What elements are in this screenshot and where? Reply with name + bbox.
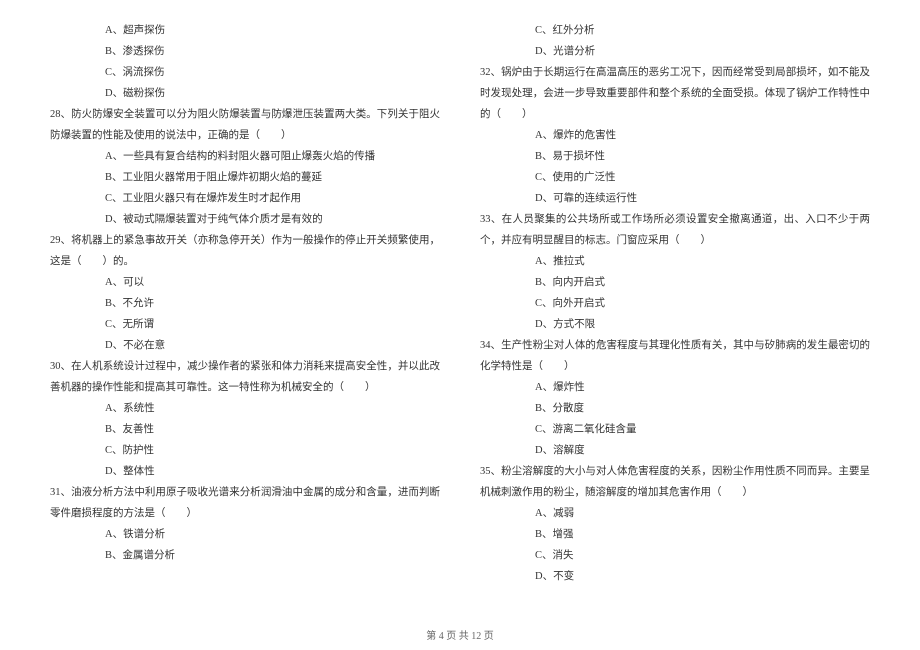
q29-option-c: C、无所谓 xyxy=(50,314,440,335)
q34-option-d: D、溶解度 xyxy=(480,440,870,461)
q33-option-d: D、方式不限 xyxy=(480,314,870,335)
q29-text: 29、将机器上的紧急事故开关（亦称急停开关）作为一般操作的停止开关频繁使用，这是… xyxy=(50,230,440,272)
q27-option-a: A、超声探伤 xyxy=(50,20,440,41)
q30-option-b: B、友善性 xyxy=(50,419,440,440)
q35-option-b: B、增强 xyxy=(480,524,870,545)
q32-option-a: A、爆炸的危害性 xyxy=(480,125,870,146)
q28-option-b: B、工业阻火器常用于阻止爆炸初期火焰的蔓延 xyxy=(50,167,440,188)
q27-option-b: B、渗透探伤 xyxy=(50,41,440,62)
q28-option-a: A、一些具有复合结构的料封阻火器可阻止爆轰火焰的传播 xyxy=(50,146,440,167)
q30-option-c: C、防护性 xyxy=(50,440,440,461)
q33-option-b: B、向内开启式 xyxy=(480,272,870,293)
q30-text: 30、在人机系统设计过程中，减少操作者的紧张和体力消耗来提高安全性，并以此改善机… xyxy=(50,356,440,398)
q30-option-a: A、系统性 xyxy=(50,398,440,419)
q31-text: 31、油液分析方法中利用原子吸收光谱来分析润滑油中金属的成分和含量，进而判断零件… xyxy=(50,482,440,524)
q33-text: 33、在人员聚集的公共场所或工作场所必须设置安全撤离通道，出、入口不少于两个，并… xyxy=(480,209,870,251)
q35-option-a: A、减弱 xyxy=(480,503,870,524)
q33-option-a: A、推拉式 xyxy=(480,251,870,272)
page-footer: 第 4 页 共 12 页 xyxy=(0,627,920,642)
q30-option-d: D、整体性 xyxy=(50,461,440,482)
right-column: C、红外分析 D、光谱分析 32、锅炉由于长期运行在高温高压的恶劣工况下，因而经… xyxy=(460,20,880,590)
q29-option-d: D、不必在意 xyxy=(50,335,440,356)
q35-option-d: D、不变 xyxy=(480,566,870,587)
q32-option-b: B、易于损坏性 xyxy=(480,146,870,167)
q33-option-c: C、向外开启式 xyxy=(480,293,870,314)
q35-option-c: C、消失 xyxy=(480,545,870,566)
q32-option-c: C、使用的广泛性 xyxy=(480,167,870,188)
q34-text: 34、生产性粉尘对人体的危害程度与其理化性质有关，其中与矽肺病的发生最密切的化学… xyxy=(480,335,870,377)
page-content: A、超声探伤 B、渗透探伤 C、涡流探伤 D、磁粉探伤 28、防火防爆安全装置可… xyxy=(0,0,920,620)
q27-option-c: C、涡流探伤 xyxy=(50,62,440,83)
q29-option-a: A、可以 xyxy=(50,272,440,293)
q32-option-d: D、可靠的连续运行性 xyxy=(480,188,870,209)
left-column: A、超声探伤 B、渗透探伤 C、涡流探伤 D、磁粉探伤 28、防火防爆安全装置可… xyxy=(40,20,460,590)
q31-option-b: B、金属谱分析 xyxy=(50,545,440,566)
q34-option-a: A、爆炸性 xyxy=(480,377,870,398)
q27-option-d: D、磁粉探伤 xyxy=(50,83,440,104)
q34-option-c: C、游离二氧化硅含量 xyxy=(480,419,870,440)
q34-option-b: B、分散度 xyxy=(480,398,870,419)
q35-text: 35、粉尘溶解度的大小与对人体危害程度的关系，因粉尘作用性质不同而异。主要呈机械… xyxy=(480,461,870,503)
q28-option-c: C、工业阻火器只有在爆炸发生时才起作用 xyxy=(50,188,440,209)
q31-option-a: A、铁谱分析 xyxy=(50,524,440,545)
q28-text: 28、防火防爆安全装置可以分为阻火防爆装置与防爆泄压装置两大类。下列关于阻火防爆… xyxy=(50,104,440,146)
q29-option-b: B、不允许 xyxy=(50,293,440,314)
q32-text: 32、锅炉由于长期运行在高温高压的恶劣工况下，因而经常受到局部损坏，如不能及时发… xyxy=(480,62,870,125)
q28-option-d: D、被动式隔爆装置对于纯气体介质才是有效的 xyxy=(50,209,440,230)
q31-option-d: D、光谱分析 xyxy=(480,41,870,62)
q31-option-c: C、红外分析 xyxy=(480,20,870,41)
